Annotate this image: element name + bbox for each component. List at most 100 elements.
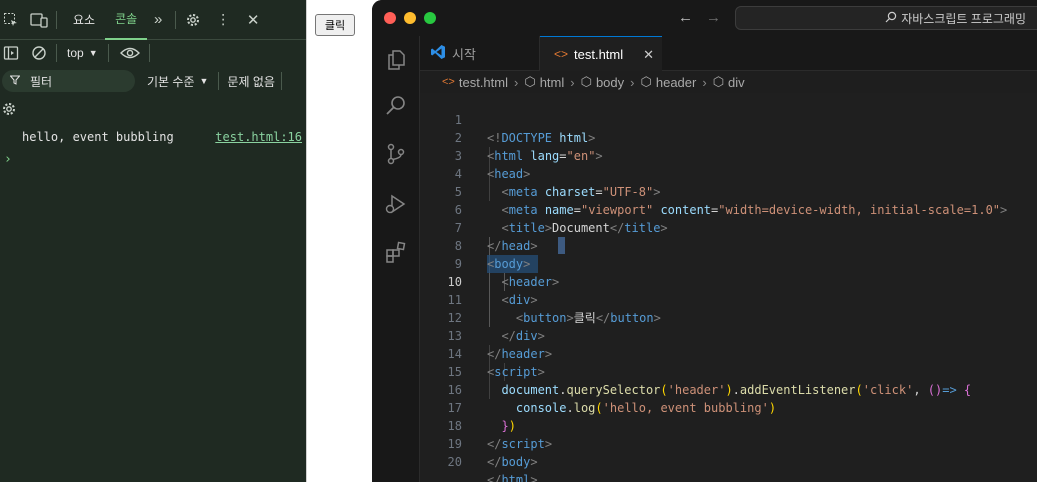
element-cube-icon: ⬡ <box>712 74 725 89</box>
title-bar: ← → 자바스크립트 프로그래밍 <box>372 0 1037 36</box>
code-line: 20 </html> <box>420 435 1037 482</box>
code-line: 14 <script> <box>420 327 1037 379</box>
code-line: 12 </div> <box>420 291 1037 343</box>
code-line: 8 <body> <box>420 219 1037 271</box>
tab-elements[interactable]: 요소 <box>63 0 105 40</box>
devtools-tabbar: 요소 콘솔 » ⋮ ✕ <box>0 0 306 40</box>
minimize-window-icon[interactable] <box>404 12 416 24</box>
chevron-right-icon: › <box>702 74 707 90</box>
console-output: hello, event bubbling test.html:16 › <box>0 126 306 482</box>
chevron-right-icon: › <box>570 74 575 90</box>
page-preview: 클릭 <box>306 0 372 482</box>
code-line: 1 <!DOCTYPE html> <box>420 93 1037 145</box>
code-line: 9 <header> <box>420 237 1037 289</box>
explorer-files-icon[interactable] <box>384 48 408 72</box>
filter-placeholder: 필터 <box>30 74 53 89</box>
close-window-icon[interactable] <box>384 12 396 24</box>
toolbar-divider <box>107 44 109 62</box>
clear-console-icon[interactable] <box>28 42 50 64</box>
console-settings-gear-icon[interactable] <box>0 98 20 120</box>
kebab-menu-icon[interactable]: ⋮ <box>212 9 234 31</box>
dropdown-caret-icon: ▼ <box>199 76 209 86</box>
breadcrumb-item-html[interactable]: html <box>540 75 565 90</box>
nav-forward-icon[interactable]: → <box>706 9 721 26</box>
code-line: 18 </script> <box>420 399 1037 451</box>
source-control-icon[interactable] <box>384 142 408 166</box>
filter-funnel-icon <box>9 74 21 88</box>
code-line: 6 <title>Document</title> <box>420 183 1037 235</box>
sidebar-toggle-icon[interactable] <box>0 42 22 64</box>
console-log-entry: hello, event bubbling test.html:16 <box>22 130 302 144</box>
breadcrumb-item-header[interactable]: header <box>656 75 696 90</box>
code-line: 4 <meta charset="UTF-8"> <box>420 147 1037 199</box>
tab-test-html[interactable]: <> test.html ✕ <box>540 36 662 71</box>
context-selector[interactable]: top ▼ <box>67 46 98 60</box>
close-devtools-icon[interactable]: ✕ <box>242 9 264 31</box>
command-center-label: 자바스크립트 프로그래밍 <box>901 11 1026 26</box>
line-code: </body> <box>487 455 538 469</box>
breadcrumb-item-body[interactable]: body <box>596 75 624 90</box>
breadcrumb-item-div[interactable]: div <box>728 75 745 90</box>
device-toolbar-icon[interactable] <box>28 9 50 31</box>
code-line: 13 </header> <box>420 309 1037 361</box>
filter-row: 필터 기본 수준 ▼ 문제 없음 <box>0 66 306 96</box>
html-file-icon: <> <box>442 76 455 88</box>
code-line-active: 10 <div> <box>420 255 1037 307</box>
log-message: hello, event bubbling <box>22 130 174 144</box>
toolbar-divider <box>175 10 177 29</box>
toolbar-divider <box>56 10 57 29</box>
tab-welcome-label: 시작 <box>452 47 476 62</box>
toolbar-divider <box>218 72 220 90</box>
code-line: 3 <head> <box>420 129 1037 181</box>
log-level-dropdown[interactable]: 기본 수준 ▼ <box>147 73 208 90</box>
console-settings-row <box>0 96 306 122</box>
vscode-window: ← → 자바스크립트 프로그래밍 시작 <> test.html ✕ <> te… <box>372 0 1037 482</box>
extensions-icon[interactable] <box>384 240 408 264</box>
screen: 요소 콘솔 » ⋮ ✕ top ▼ 필터 기본 수준 ▼ 문제 없음 hello… <box>0 0 1037 482</box>
log-level-label: 기본 수준 <box>147 74 195 89</box>
toolbar-divider <box>148 44 150 62</box>
element-cube-icon: ⬡ <box>524 74 536 89</box>
chevron-right-icon: › <box>513 74 519 90</box>
devtools-panel: 요소 콘솔 » ⋮ ✕ top ▼ 필터 기본 수준 ▼ 문제 없음 hello… <box>0 0 306 482</box>
element-cube-icon: ⬡ <box>640 74 652 89</box>
code-line: 2 <html lang="en"> <box>420 111 1037 163</box>
tab-console[interactable]: 콘솔 <box>105 0 148 40</box>
console-toolbar: top ▼ <box>0 40 306 66</box>
settings-gear-icon[interactable] <box>182 9 204 31</box>
toolbar-divider <box>56 44 57 62</box>
more-tabs-icon[interactable]: » <box>147 9 169 31</box>
line-number: 20 <box>447 455 462 469</box>
vscode-logo-icon <box>430 44 446 63</box>
code-line: 7 </head> <box>420 201 1037 253</box>
issues-counter[interactable]: 문제 없음 <box>227 73 275 90</box>
code-line: 15 document.querySelector('header').addE… <box>420 345 1037 397</box>
code-line: 17 }) <box>420 381 1037 433</box>
editor-tabbar: 시작 <> test.html ✕ <box>420 36 1037 71</box>
toolbar-divider <box>280 72 282 90</box>
breadcrumb-item-file[interactable]: test.html <box>459 75 508 90</box>
log-source-link[interactable]: test.html:16 <box>215 130 302 144</box>
close-tab-icon[interactable]: ✕ <box>643 47 654 63</box>
tab-test-html-label: test.html <box>574 46 624 62</box>
live-expression-eye-icon[interactable] <box>119 42 141 64</box>
tab-welcome[interactable]: 시작 <box>420 36 540 71</box>
context-label: top <box>67 46 84 60</box>
inspect-element-icon[interactable] <box>0 9 22 31</box>
code-editor[interactable]: 1 <!DOCTYPE html> 2 <html lang="en"> 3 <… <box>420 93 1037 482</box>
search-icon <box>885 11 897 26</box>
dropdown-caret-icon: ▼ <box>88 48 98 58</box>
code-line: 11 <button>클릭</button> <box>420 273 1037 325</box>
run-debug-icon[interactable] <box>384 192 408 216</box>
nav-back-icon[interactable]: ← <box>678 9 693 26</box>
page-click-button[interactable]: 클릭 <box>315 14 355 36</box>
zoom-window-icon[interactable] <box>424 12 436 24</box>
code-line: 19 </body> <box>420 417 1037 469</box>
console-prompt-icon[interactable]: › <box>4 152 12 167</box>
search-sidebar-icon[interactable] <box>384 94 408 118</box>
filter-input[interactable]: 필터 <box>2 70 135 92</box>
element-cube-icon: ⬡ <box>580 74 592 89</box>
command-center-search[interactable]: 자바스크립트 프로그래밍 <box>735 6 1037 30</box>
chevron-right-icon: › <box>630 74 635 90</box>
code-line: 16 console.log('hello, event bubbling') <box>420 363 1037 415</box>
